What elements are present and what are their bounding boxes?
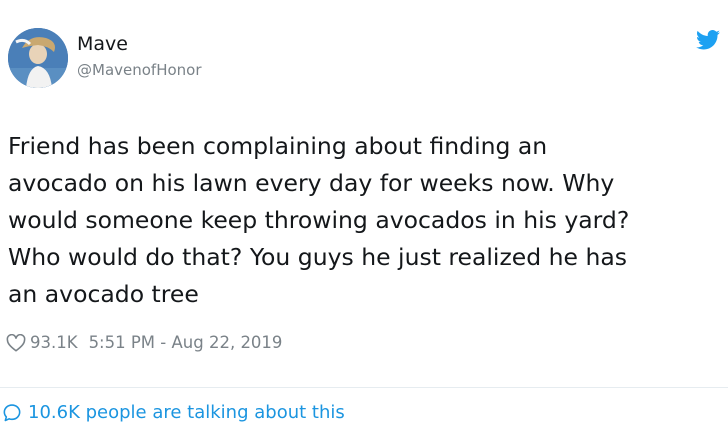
heart-icon[interactable] [6, 333, 26, 352]
tweet-meta: 93.1K 5:51 PM - Aug 22, 2019 [6, 333, 282, 352]
tweet-text-line: Friend has been complaining about findin… [8, 132, 548, 160]
avatar-image [8, 28, 68, 88]
divider [0, 387, 728, 388]
twitter-bird-icon[interactable] [696, 30, 720, 50]
like-count[interactable]: 93.1K [30, 333, 78, 352]
user-handle[interactable]: @MavenofHonor [77, 61, 202, 79]
speech-bubble-icon [3, 403, 21, 421]
avatar[interactable] [8, 28, 68, 88]
display-name[interactable]: Mave [77, 33, 128, 55]
tweet-text-line: Who would do that? You guys he just real… [8, 243, 627, 271]
timestamp[interactable]: 5:51 PM - Aug 22, 2019 [89, 333, 283, 352]
conversation-link[interactable]: 10.6K people are talking about this [2, 402, 345, 423]
tweet-card: Mave @MavenofHonor Friend has been compl… [0, 0, 728, 440]
tweet-text-line: an avocado tree [8, 280, 199, 308]
tweet-text-line: would someone keep throwing avocados in … [8, 206, 630, 234]
tweet-text-line: avocado on his lawn every day for weeks … [8, 169, 615, 197]
conversation-text[interactable]: 10.6K people are talking about this [28, 402, 345, 423]
tweet-text: Friend has been complaining about findin… [8, 128, 722, 313]
